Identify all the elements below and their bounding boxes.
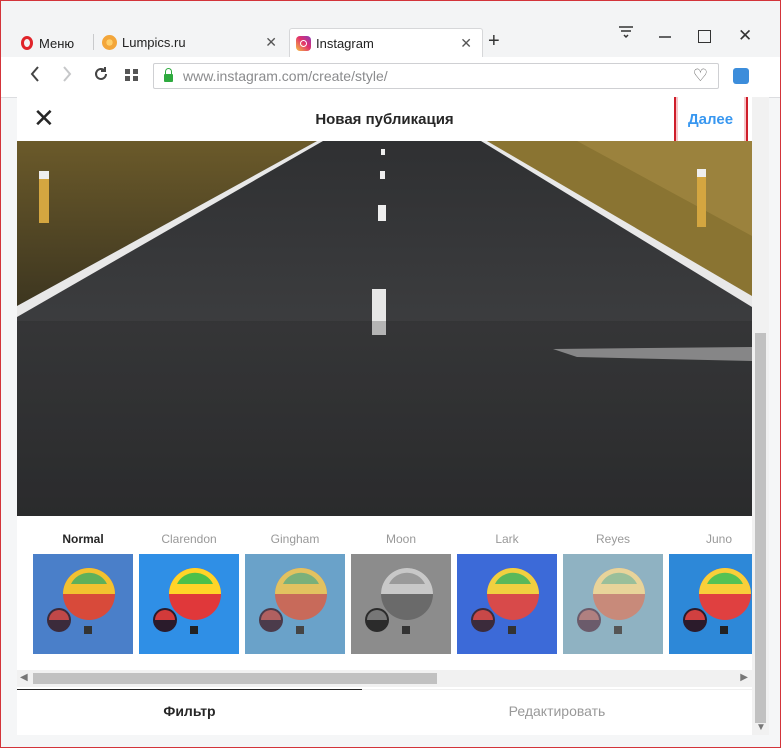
instagram-page: ✕ Новая публикация Далее Normal Clarendo… bbox=[17, 97, 752, 735]
post-photo bbox=[17, 141, 752, 516]
scrollbar-thumb[interactable] bbox=[755, 333, 766, 723]
filter-label: Reyes bbox=[595, 532, 630, 546]
tab-menu-icon[interactable] bbox=[618, 25, 634, 43]
instagram-favicon-icon bbox=[296, 35, 311, 51]
next-button[interactable]: Далее bbox=[688, 111, 733, 128]
scroll-down-icon[interactable]: ▼ bbox=[756, 722, 766, 733]
lumpics-favicon-icon bbox=[102, 35, 117, 50]
tab-title: Lumpics.ru bbox=[122, 35, 186, 50]
extension-icon[interactable] bbox=[733, 68, 749, 84]
filter-thumbnail bbox=[245, 554, 345, 654]
tab-filter[interactable]: Фильтр bbox=[17, 689, 362, 735]
bookmark-heart-icon[interactable]: ♡ bbox=[693, 66, 708, 86]
road-image bbox=[17, 141, 752, 516]
page-title: Новая публикация bbox=[315, 111, 454, 128]
filter-label: Moon bbox=[385, 532, 417, 546]
filter-label: Juno bbox=[705, 532, 733, 546]
browser-window: Меню Lumpics.ru ✕ Instagram ✕ + ✕ www.in… bbox=[0, 0, 781, 748]
filter-label: Clarendon bbox=[161, 532, 217, 546]
tab-close-icon[interactable]: ✕ bbox=[265, 34, 277, 51]
address-toolbar: www.instagram.com /create/style/ ♡ bbox=[1, 57, 780, 98]
menu-label: Меню bbox=[39, 35, 75, 51]
back-icon[interactable] bbox=[29, 65, 41, 88]
filter-label: Lark bbox=[495, 532, 519, 546]
secure-lock-icon bbox=[164, 68, 173, 82]
forward-icon[interactable] bbox=[61, 65, 73, 88]
tab-title: Instagram bbox=[316, 35, 374, 51]
reload-icon[interactable] bbox=[93, 66, 109, 87]
opera-logo-icon bbox=[21, 36, 33, 50]
filter-thumbnail bbox=[351, 554, 451, 654]
speed-dial-icon[interactable] bbox=[125, 69, 139, 81]
filter-thumbnail bbox=[33, 554, 133, 654]
window-close-icon[interactable]: ✕ bbox=[738, 26, 752, 46]
url-domain: www.instagram.com bbox=[183, 68, 309, 84]
scrollbar-thumb[interactable] bbox=[33, 673, 437, 684]
opera-menu-button[interactable]: Меню bbox=[21, 30, 74, 56]
filter-thumbnail bbox=[563, 554, 663, 654]
maximize-icon[interactable] bbox=[698, 30, 711, 43]
filter-label: Gingham bbox=[270, 532, 320, 546]
scroll-right-icon[interactable]: ▶ bbox=[740, 672, 748, 683]
filter-thumbnail bbox=[669, 554, 752, 654]
filter-strip: Normal Clarendon Gingham Moon Lark Reyes… bbox=[17, 516, 752, 666]
tab-lumpics[interactable]: Lumpics.ru ✕ bbox=[97, 28, 287, 57]
new-tab-button[interactable]: + bbox=[488, 30, 500, 53]
scroll-left-icon[interactable]: ◀ bbox=[20, 672, 28, 683]
tab-separator bbox=[93, 34, 94, 50]
tab-strip: Меню Lumpics.ru ✕ Instagram ✕ + ✕ bbox=[1, 1, 780, 57]
post-header: ✕ Новая публикация Далее bbox=[17, 97, 752, 148]
horizontal-scrollbar[interactable]: ◀ ▶ bbox=[17, 670, 752, 687]
address-bar[interactable]: www.instagram.com /create/style/ ♡ bbox=[153, 63, 719, 89]
vertical-scrollbar[interactable]: ▼ bbox=[752, 97, 769, 735]
filter-label: Normal bbox=[62, 532, 104, 546]
tab-instagram[interactable]: Instagram ✕ bbox=[289, 28, 483, 57]
tab-edit[interactable]: Редактировать bbox=[362, 689, 752, 735]
tab-close-icon[interactable]: ✕ bbox=[460, 35, 472, 52]
editor-tabs: Фильтр Редактировать bbox=[17, 689, 752, 735]
filter-thumbnail bbox=[139, 554, 239, 654]
filter-thumbnail bbox=[457, 554, 557, 654]
minimize-icon[interactable] bbox=[658, 27, 672, 45]
url-path: /create/style/ bbox=[308, 68, 388, 84]
